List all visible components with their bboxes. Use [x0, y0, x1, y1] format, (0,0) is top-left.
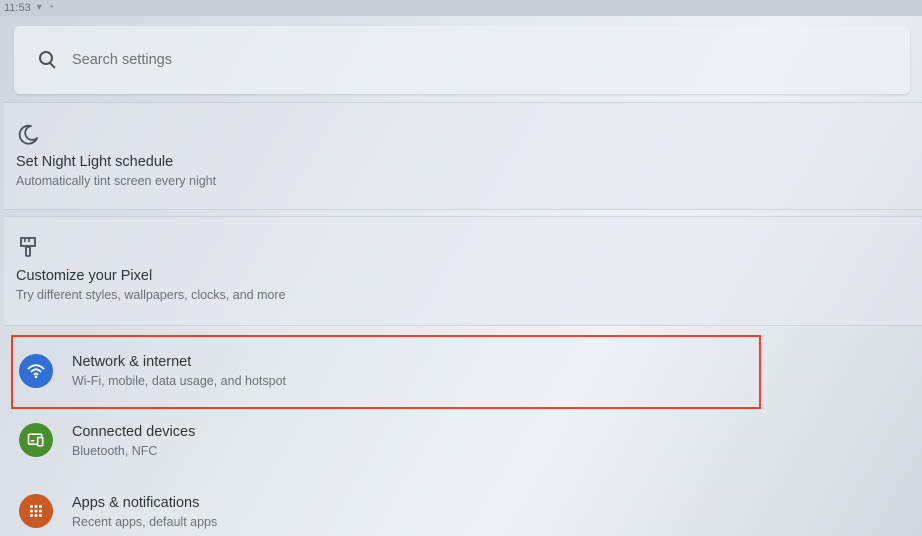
setting-subtitle: Recent apps, default apps — [72, 515, 218, 529]
search-icon — [38, 50, 58, 70]
suggestion-title: Customize your Pixel — [16, 268, 153, 284]
setting-title: Apps & notifications — [72, 495, 200, 511]
wifi-status-icon: ◔ — [47, 2, 54, 13]
setting-connected-devices[interactable]: Connected devices Bluetooth, NFC — [0, 406, 922, 474]
suggestion-subtitle: Try different styles, wallpapers, clocks… — [16, 288, 286, 302]
signal-icon: ▾ — [36, 2, 42, 13]
devices-icon — [19, 423, 53, 457]
setting-title: Connected devices — [72, 424, 196, 440]
moon-icon — [18, 124, 38, 145]
suggestion-title: Set Night Light schedule — [16, 154, 174, 170]
apps-grid-icon — [19, 494, 53, 528]
status-bar: 11:53 ▾ ◔ — [0, 0, 922, 16]
suggestion-night-light[interactable]: Set Night Light schedule Automatically t… — [4, 102, 922, 210]
search-placeholder: Search settings — [72, 52, 172, 68]
search-bar[interactable]: Search settings — [14, 26, 910, 94]
setting-apps-notifications[interactable]: Apps & notifications Recent apps, defaul… — [0, 477, 922, 536]
suggestion-subtitle: Automatically tint screen every night — [16, 174, 217, 188]
suggestion-customize-pixel[interactable]: Customize your Pixel Try different style… — [4, 216, 922, 326]
status-time: 11:53 — [4, 2, 31, 14]
highlight-box — [11, 335, 761, 409]
setting-subtitle: Bluetooth, NFC — [72, 444, 158, 458]
paintbrush-icon — [20, 237, 36, 257]
